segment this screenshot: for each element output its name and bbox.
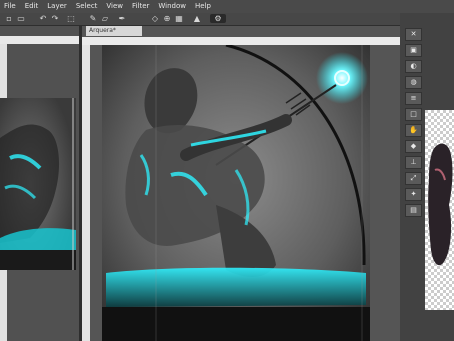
- main-canvas-artwork[interactable]: [96, 45, 400, 341]
- menu-select[interactable]: Select: [72, 0, 103, 13]
- menu-window[interactable]: Window: [154, 0, 191, 13]
- erase-icon[interactable]: ◐: [405, 60, 422, 73]
- document-tab[interactable]: Arquera*: [86, 26, 142, 36]
- hat-icon[interactable]: ▲: [192, 14, 202, 23]
- menu-layer[interactable]: Layer: [43, 0, 72, 13]
- shape-icon[interactable]: ◇: [150, 14, 160, 23]
- layer-icon[interactable]: ▤: [405, 204, 422, 217]
- grid-icon[interactable]: ▦: [174, 14, 184, 23]
- shape-tool-icon[interactable]: ◆: [405, 140, 422, 153]
- new-file-icon[interactable]: ▫: [4, 14, 14, 23]
- zoom-icon[interactable]: ⊕: [162, 14, 172, 23]
- left-canvas-artwork[interactable]: [0, 98, 76, 270]
- eyedrop-icon[interactable]: ✦: [405, 188, 422, 201]
- menu-filter[interactable]: Filter: [128, 0, 154, 13]
- redo-icon[interactable]: ↷: [50, 14, 60, 23]
- hand-icon[interactable]: ✋: [405, 124, 422, 137]
- settings-icon[interactable]: ⚙: [210, 14, 226, 23]
- frame-icon[interactable]: □: [405, 108, 422, 121]
- text-icon[interactable]: ≡: [405, 92, 422, 105]
- main-ruler-top: [82, 37, 400, 45]
- fill-icon[interactable]: ▣: [405, 44, 422, 57]
- menu-file[interactable]: File: [0, 0, 21, 13]
- pen-icon[interactable]: ✒: [117, 14, 127, 23]
- transform-icon[interactable]: ⤢: [405, 172, 422, 185]
- menu-bar: File Edit Layer Select View Filter Window Help: [0, 0, 454, 13]
- ink-icon[interactable]: ✕: [405, 28, 422, 41]
- menu-help[interactable]: Help: [191, 0, 216, 13]
- blend-icon[interactable]: ◍: [405, 76, 422, 89]
- main-ruler-side: [82, 45, 90, 341]
- open-file-icon[interactable]: ▭: [16, 14, 26, 23]
- menu-left: File Edit Layer Select View Filter Window Help: [0, 0, 216, 13]
- select-icon[interactable]: ⬚: [66, 14, 76, 23]
- left-ruler-top: [0, 36, 79, 44]
- eraser-icon[interactable]: ▱: [100, 14, 110, 23]
- menu-view[interactable]: View: [102, 0, 128, 13]
- navigator-preview[interactable]: [425, 110, 454, 310]
- undo-icon[interactable]: ↶: [38, 14, 48, 23]
- menu-edit[interactable]: Edit: [21, 0, 44, 13]
- brush-icon[interactable]: ✎: [88, 14, 98, 23]
- top-toolbar: ▫ ▭ ↶ ↷ ⬚ ✎ ▱ ✒ ◇ ⊕ ▦ ▲ ⚙: [0, 13, 454, 26]
- ruler-icon[interactable]: ⊥: [405, 156, 422, 169]
